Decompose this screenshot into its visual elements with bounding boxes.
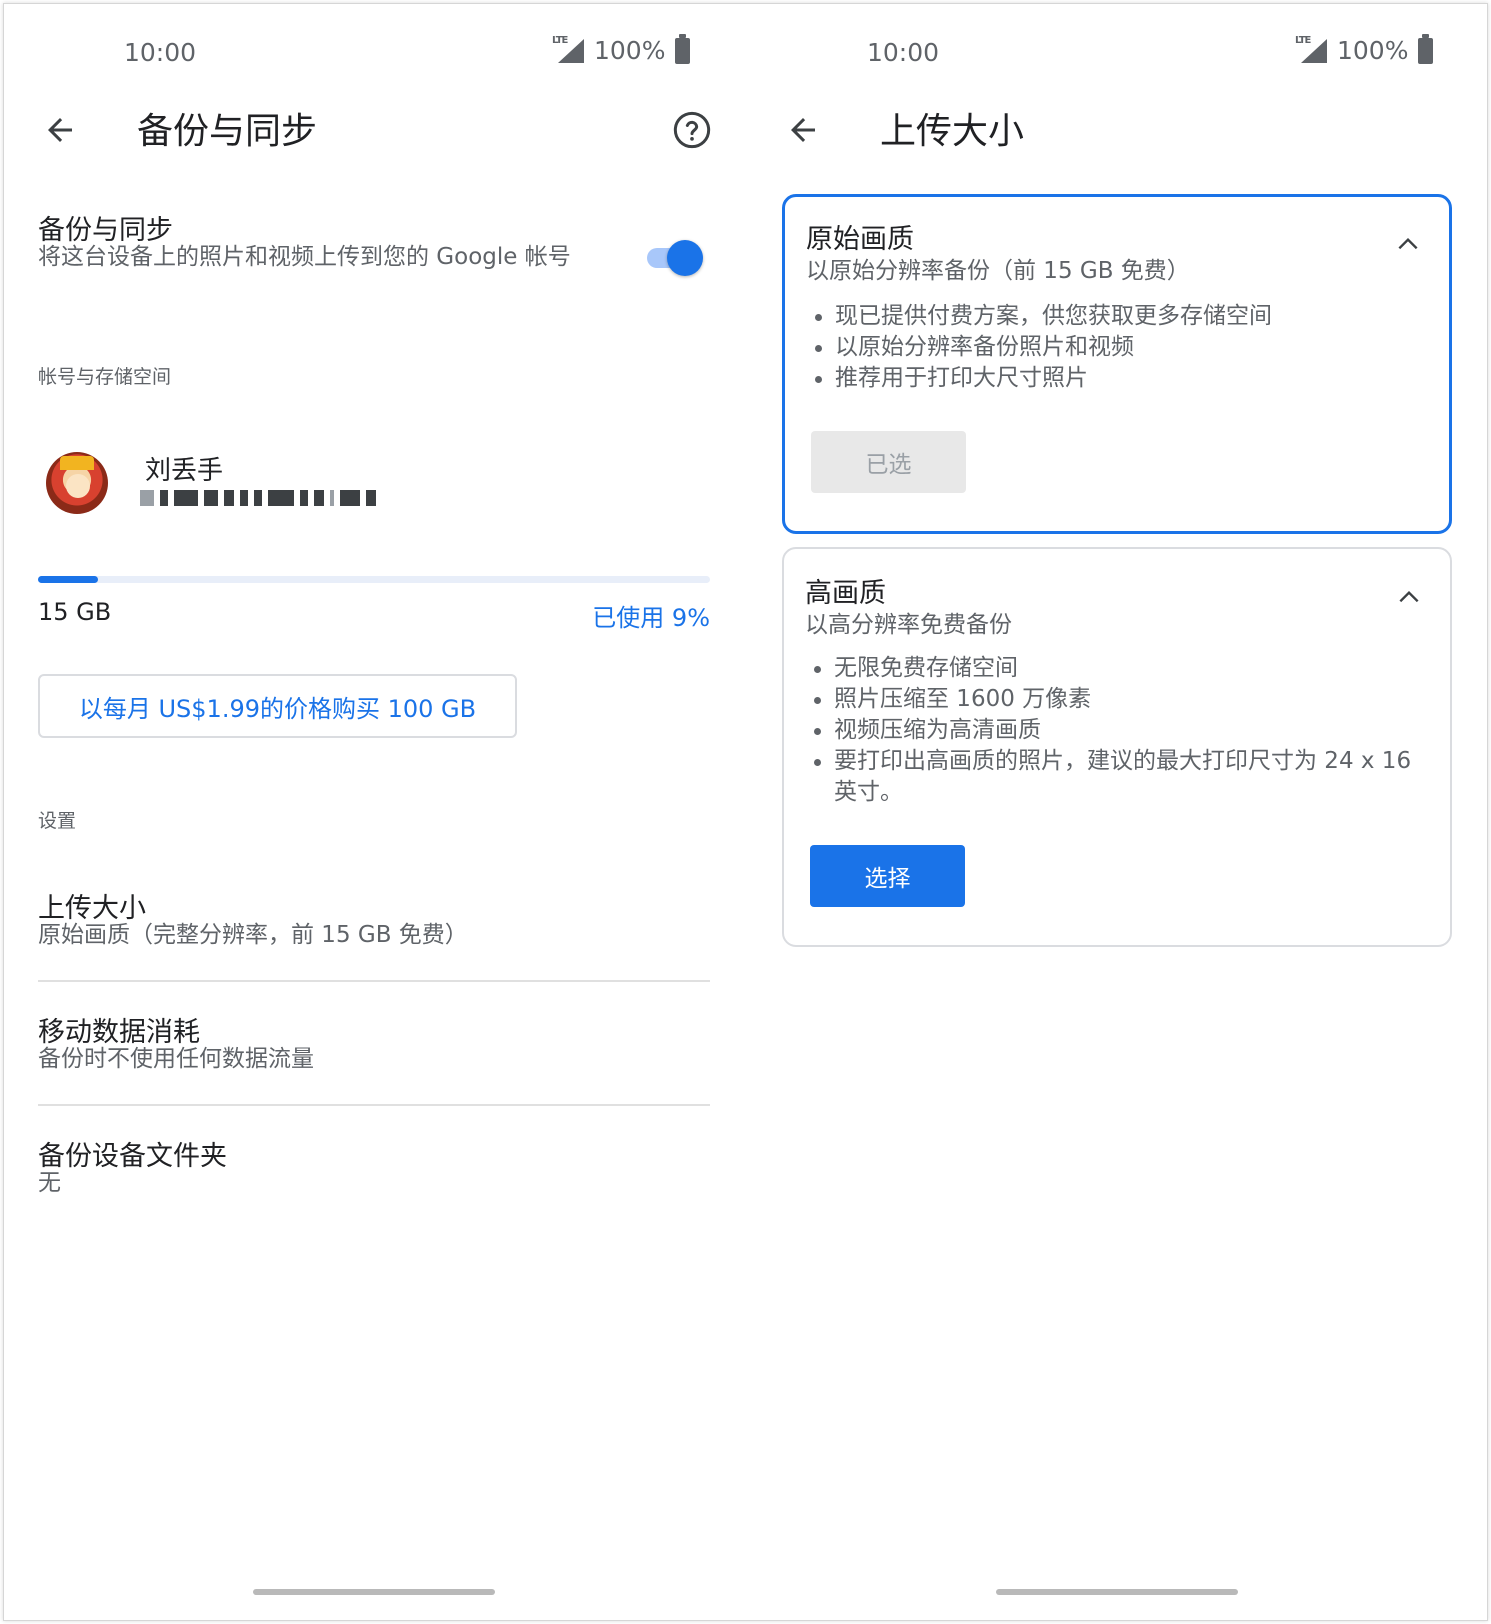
list-item: 视频压缩为高清画质 — [812, 715, 1414, 746]
upload-size-screen: 10:00 LTE 100% 上传大小 原始画质 以原始分辨率备份（前 15 G… — [0, 0, 1491, 1624]
option-feature-list: 无限免费存储空间 照片压缩至 1600 万像素 视频压缩为高清画质 要打印出高画… — [812, 653, 1414, 808]
option-feature-list: 现已提供付费方案，供您获取更多存储空间 以原始分辨率备份照片和视频 推荐用于打印… — [813, 301, 1413, 394]
back-arrow-icon[interactable] — [785, 112, 821, 148]
selected-button: 已选 — [811, 431, 966, 493]
battery-percent: 100% — [1337, 36, 1409, 65]
list-item: 以原始分辨率备份照片和视频 — [813, 332, 1413, 363]
battery-icon — [1418, 33, 1434, 64]
chevron-up-icon[interactable] — [1395, 231, 1421, 257]
signal-icon: LTE — [1291, 35, 1327, 65]
list-item: 要打印出高画质的照片，建议的最大打印尺寸为 24 x 16 英寸。 — [812, 746, 1414, 808]
home-indicator[interactable] — [996, 1589, 1238, 1595]
option-subtitle: 以原始分辨率备份（前 15 GB 免费） — [806, 258, 1190, 284]
status-time: 10:00 — [867, 38, 940, 67]
option-subtitle: 以高分辨率免费备份 — [805, 612, 1012, 638]
page-title: 上传大小 — [880, 111, 1025, 152]
chevron-up-icon[interactable] — [1396, 584, 1422, 610]
list-item: 照片压缩至 1600 万像素 — [812, 684, 1414, 715]
list-item: 推荐用于打印大尺寸照片 — [813, 363, 1413, 394]
status-bar-right: LTE 100% — [1291, 33, 1434, 65]
option-card-original-quality[interactable]: 原始画质 以原始分辨率备份（前 15 GB 免费） 现已提供付费方案，供您获取更… — [782, 194, 1452, 534]
list-item: 现已提供付费方案，供您获取更多存储空间 — [813, 301, 1413, 332]
select-button[interactable]: 选择 — [810, 845, 965, 907]
list-item: 无限免费存储空间 — [812, 653, 1414, 684]
option-card-high-quality[interactable]: 高画质 以高分辨率免费备份 无限免费存储空间 照片压缩至 1600 万像素 视频… — [782, 547, 1452, 947]
